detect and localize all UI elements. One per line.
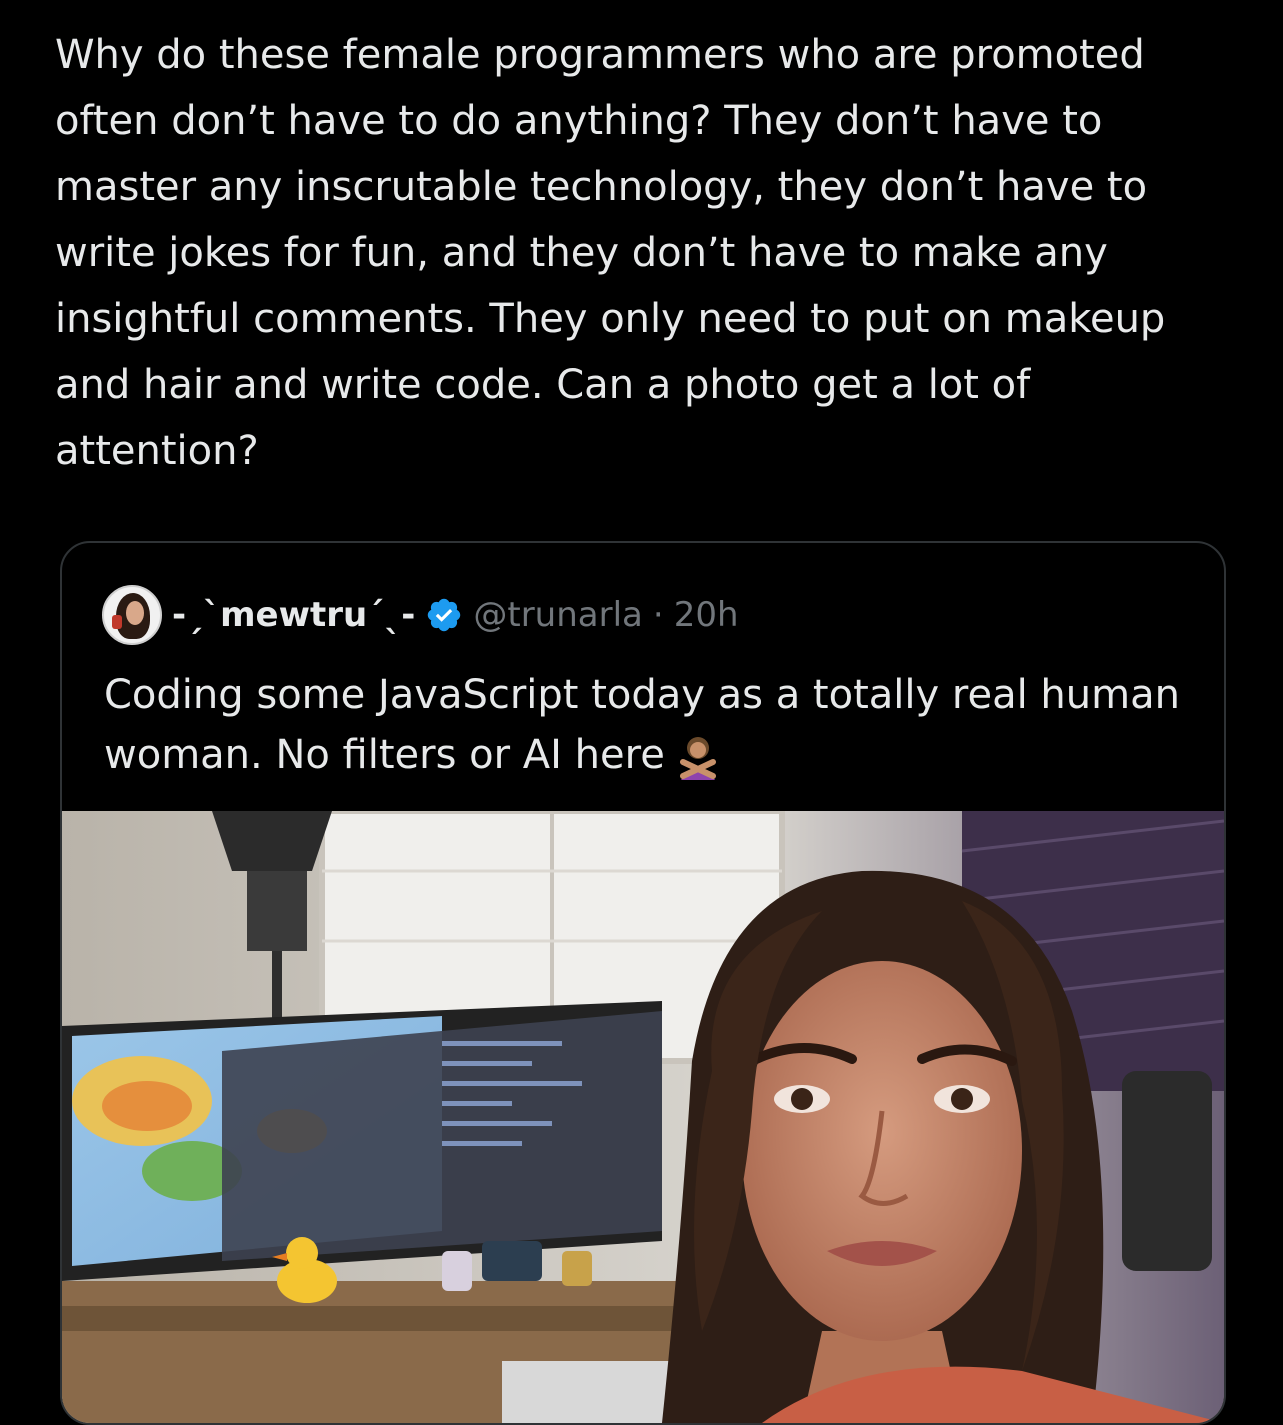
timestamp[interactable]: 20h (674, 595, 739, 635)
quoted-tweet-header: -ˏˋmewtruˊˎ- @trunarla · 20h (102, 585, 739, 645)
separator-dot: · (652, 595, 664, 635)
quoted-tweet-text-block: Coding some JavaScript today as a totall… (104, 665, 1184, 785)
attached-photo[interactable] (62, 811, 1224, 1423)
avatar[interactable] (102, 585, 162, 645)
photo-illustration (62, 811, 1224, 1423)
person-gesturing-no-emoji-icon (679, 737, 716, 780)
handle[interactable]: @trunarla (473, 595, 643, 635)
quoted-tweet-card[interactable]: -ˏˋmewtruˊˎ- @trunarla · 20h Coding some… (60, 541, 1226, 1425)
display-name[interactable]: -ˏˋmewtruˊˎ- (172, 595, 415, 635)
tweet-text: Why do these female programmers who are … (55, 32, 1179, 474)
verified-badge-icon (428, 598, 461, 632)
quoted-tweet-text: Coding some JavaScript today as a totall… (104, 672, 1180, 778)
